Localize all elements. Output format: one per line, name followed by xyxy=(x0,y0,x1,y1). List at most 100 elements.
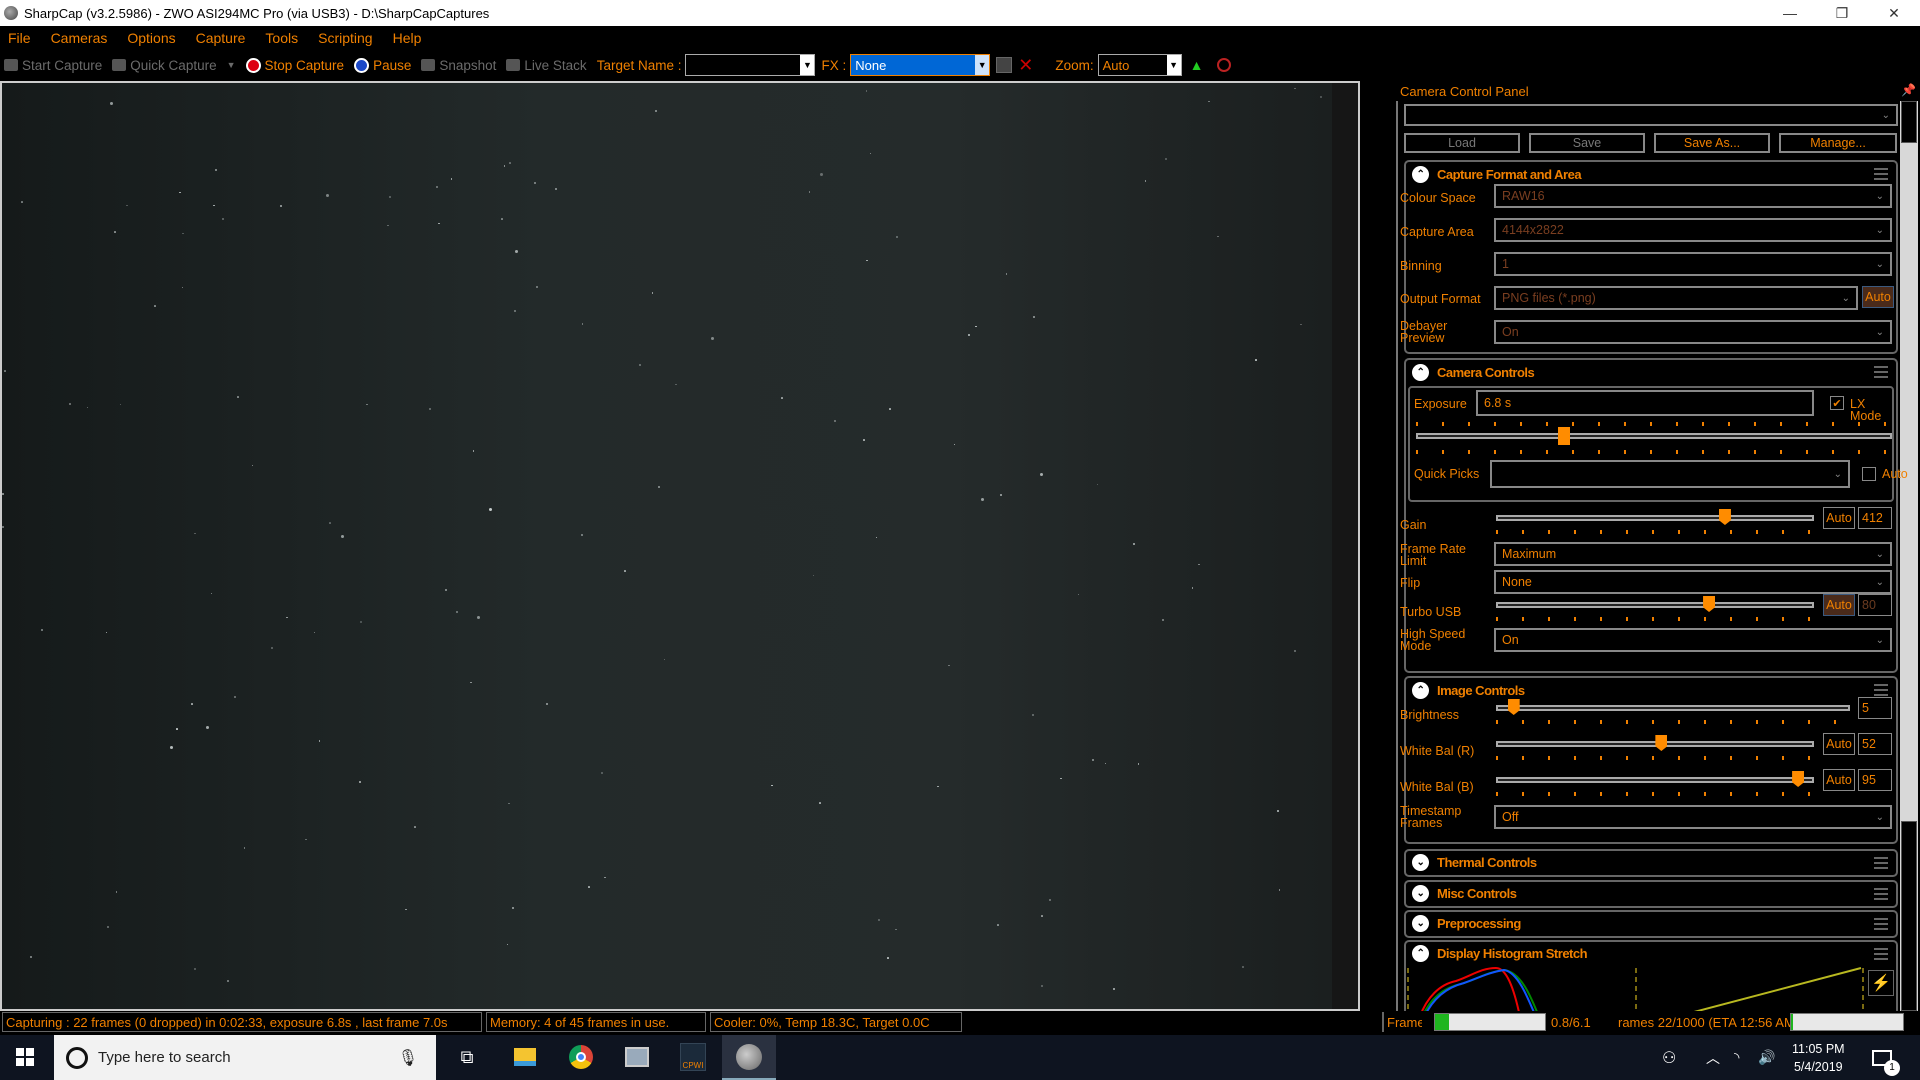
microphone-icon[interactable]: 🎙 xyxy=(398,1048,418,1068)
live-stack-button[interactable]: Live Stack xyxy=(506,58,587,73)
minimize-button[interactable]: — xyxy=(1764,0,1816,26)
chevron-down-icon[interactable]: ⌄ xyxy=(1412,854,1429,871)
show-hidden-icons-chevron[interactable]: ︿ xyxy=(1706,1035,1720,1080)
restore-button[interactable]: ❐ xyxy=(1816,0,1868,26)
white-bal-b-auto-button[interactable]: Auto xyxy=(1823,769,1855,791)
quick-picks-select[interactable]: ⌄ xyxy=(1490,460,1850,488)
white-bal-r-value-input[interactable]: 52 xyxy=(1858,733,1892,755)
save-button[interactable]: Save xyxy=(1529,133,1645,153)
menu-icon[interactable] xyxy=(1874,168,1888,183)
monitor-app-icon[interactable] xyxy=(622,1042,652,1072)
brightness-slider[interactable] xyxy=(1496,705,1850,711)
menu-cameras[interactable]: Cameras xyxy=(51,30,108,46)
people-icon[interactable]: ⚇ xyxy=(1662,1035,1676,1080)
turbo-usb-auto-button[interactable]: Auto xyxy=(1823,594,1855,616)
close-button[interactable]: ✕ xyxy=(1868,0,1920,26)
output-format-auto-button[interactable]: Auto xyxy=(1862,286,1894,308)
pin-icon[interactable]: 📌 xyxy=(1901,83,1916,97)
windows-start-icon[interactable] xyxy=(16,1048,34,1066)
menu-icon[interactable] xyxy=(1874,918,1888,933)
colour-space-select[interactable]: RAW16 ⌄ xyxy=(1494,184,1892,208)
chevron-down-icon[interactable]: ▼ xyxy=(1166,55,1181,75)
quick-picks-auto-checkbox[interactable] xyxy=(1862,467,1876,481)
menu-icon[interactable] xyxy=(1874,888,1888,903)
scroll-down-button[interactable] xyxy=(1901,821,1917,1011)
panel-scrollbar[interactable] xyxy=(1900,101,1918,1011)
white-bal-r-auto-button[interactable]: Auto xyxy=(1823,733,1855,755)
exposure-input[interactable]: 6.8 s xyxy=(1476,390,1814,416)
gain-slider-thumb[interactable] xyxy=(1718,509,1731,525)
menu-options[interactable]: Options xyxy=(127,30,175,46)
white-bal-b-slider[interactable] xyxy=(1496,777,1814,783)
high-speed-mode-select[interactable]: On ⌄ xyxy=(1494,628,1892,652)
exposure-slider[interactable] xyxy=(1416,433,1892,439)
image-viewer[interactable] xyxy=(0,81,1360,1011)
misc-controls-section[interactable]: ⌄ Misc Controls xyxy=(1404,880,1898,908)
turbo-usb-slider[interactable] xyxy=(1496,602,1814,608)
snapshot-button[interactable]: Snapshot xyxy=(421,58,496,73)
pause-button[interactable]: Pause xyxy=(354,57,411,73)
chevron-up-icon[interactable]: ⌃ xyxy=(1412,945,1429,962)
profile-select[interactable]: ⌄ xyxy=(1404,104,1898,126)
section-header[interactable]: ⌃ Capture Format and Area xyxy=(1412,166,1582,183)
chrome-icon[interactable] xyxy=(566,1042,596,1072)
section-header[interactable]: ⌃ Display Histogram Stretch xyxy=(1412,945,1588,962)
auto-stretch-lightning-icon[interactable]: ⚡ xyxy=(1868,970,1894,996)
chevron-down-icon[interactable]: ⌄ xyxy=(1412,885,1429,902)
chevron-up-icon[interactable]: ⌃ xyxy=(1412,166,1429,183)
notification-center-icon[interactable]: 1 xyxy=(1872,1035,1900,1080)
section-header[interactable]: ⌃ Image Controls xyxy=(1412,682,1525,699)
chevron-down-icon[interactable]: ▼ xyxy=(227,60,236,70)
menu-icon[interactable] xyxy=(1874,857,1888,872)
menu-icon[interactable] xyxy=(1874,948,1888,963)
stop-capture-button[interactable]: Stop Capture xyxy=(245,57,344,73)
section-header[interactable]: ⌄ Misc Controls xyxy=(1412,885,1517,902)
manage-button[interactable]: Manage... xyxy=(1779,133,1897,153)
save-as-button[interactable]: Save As... xyxy=(1654,133,1770,153)
fx-select[interactable]: None ▼ xyxy=(850,54,991,76)
sharpcap-taskbar-icon[interactable] xyxy=(722,1035,776,1080)
output-format-select[interactable]: PNG files (*.png) ⌄ xyxy=(1494,286,1858,310)
task-view-icon[interactable]: ⧉ xyxy=(452,1042,482,1072)
chevron-up-icon[interactable]: ⌃ xyxy=(1412,682,1429,699)
chevron-down-icon[interactable]: ▼ xyxy=(975,55,990,75)
fx-clear-icon[interactable]: ✕ xyxy=(1018,55,1033,76)
timestamp-frames-select[interactable]: Off ⌄ xyxy=(1494,805,1892,829)
chevron-down-icon[interactable]: ▼ xyxy=(800,55,815,75)
wifi-icon[interactable]: ◝ xyxy=(1734,1035,1739,1080)
histogram-icon[interactable]: ▲ xyxy=(1190,57,1204,73)
brightness-slider-thumb[interactable] xyxy=(1507,699,1520,715)
turbo-usb-slider-thumb[interactable] xyxy=(1703,596,1716,612)
menu-scripting[interactable]: Scripting xyxy=(318,30,372,46)
menu-file[interactable]: File xyxy=(8,30,31,46)
gain-auto-button[interactable]: Auto xyxy=(1823,507,1855,529)
white-bal-r-slider-thumb[interactable] xyxy=(1655,735,1668,751)
section-header[interactable]: ⌄ Preprocessing xyxy=(1412,915,1521,932)
flip-select[interactable]: None ⌄ xyxy=(1494,570,1892,594)
section-header[interactable]: ⌄ Thermal Controls xyxy=(1412,854,1537,871)
load-button[interactable]: Load xyxy=(1404,133,1520,153)
binning-select[interactable]: 1 ⌄ xyxy=(1494,252,1892,276)
gain-value-input[interactable]: 412 xyxy=(1858,507,1892,529)
file-explorer-icon[interactable] xyxy=(510,1042,540,1072)
exposure-slider-thumb[interactable] xyxy=(1557,427,1570,445)
menu-capture[interactable]: Capture xyxy=(196,30,246,46)
frame-rate-limit-select[interactable]: Maximum ⌄ xyxy=(1494,542,1892,566)
white-bal-b-slider-thumb[interactable] xyxy=(1792,771,1805,787)
scroll-up-button[interactable] xyxy=(1901,101,1917,143)
target-name-input[interactable]: ▼ xyxy=(685,54,816,76)
chevron-down-icon[interactable]: ⌄ xyxy=(1412,915,1429,932)
volume-icon[interactable]: 🔊 xyxy=(1758,1035,1775,1080)
chevron-up-icon[interactable]: ⌃ xyxy=(1412,364,1429,381)
taskbar-search-box[interactable]: Type here to search 🎙 xyxy=(54,1035,436,1080)
lx-mode-checkbox[interactable]: ✔ xyxy=(1830,396,1844,410)
white-bal-r-slider[interactable] xyxy=(1496,741,1814,747)
brightness-value-input[interactable]: 5 xyxy=(1858,697,1892,719)
reticle-icon[interactable] xyxy=(1217,58,1232,72)
clock[interactable]: 11:05 PM 5/4/2019 xyxy=(1792,1035,1845,1080)
menu-tools[interactable]: Tools xyxy=(265,30,298,46)
quick-capture-button[interactable]: Quick Capture ▼ xyxy=(112,58,236,73)
fx-settings-icon[interactable] xyxy=(996,57,1013,73)
turbo-usb-value-input[interactable]: 80 xyxy=(1858,594,1892,616)
white-bal-b-value-input[interactable]: 95 xyxy=(1858,769,1892,791)
